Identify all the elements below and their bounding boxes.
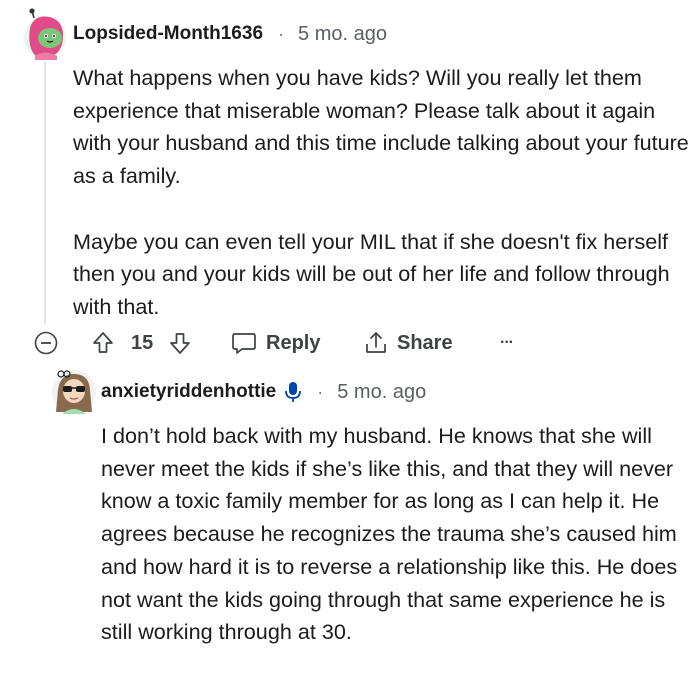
timestamp[interactable]: 5 mo. ago [298, 23, 387, 46]
downvote-arrow-icon [168, 331, 192, 355]
comment-header: anxietyriddenhottie · 5 mo. ago [101, 377, 426, 407]
collapse-button[interactable] [34, 326, 58, 360]
username[interactable]: Lopsided-Month1636 [73, 23, 263, 45]
separator-dot: · [278, 23, 285, 44]
thread-line[interactable] [44, 62, 46, 324]
comment-header: Lopsided-Month1636 · 5 mo. ago [73, 20, 387, 48]
reply-label: Reply [266, 331, 321, 354]
share-button[interactable]: Share [364, 326, 453, 360]
comment-action-bar: 15 Reply Share ··· [34, 326, 534, 360]
upvote-arrow-icon [91, 331, 115, 355]
vote-count: 15 [131, 331, 154, 354]
reply-button[interactable]: Reply [231, 326, 320, 360]
upvote-button[interactable] [91, 326, 115, 360]
avatar-lopsided-month[interactable] [22, 8, 68, 60]
comment-paragraph: Maybe you can even tell your MIL that if… [73, 228, 670, 319]
share-label: Share [397, 331, 453, 354]
collapse-minus-icon [34, 331, 58, 355]
downvote-button[interactable] [168, 326, 192, 360]
username[interactable]: anxietyriddenhottie [101, 381, 276, 403]
comment-paragraph: What happens when you have kids? Will yo… [73, 65, 689, 189]
avatar-anxietyriddenhottie[interactable] [50, 368, 98, 416]
share-icon [364, 330, 388, 356]
comment-body: What happens when you have kids? Will yo… [73, 62, 693, 324]
comment-paragraph: I don’t hold back with my husband. He kn… [101, 423, 678, 645]
comment-body: I don’t hold back with my husband. He kn… [101, 420, 696, 649]
separator-dot: · [317, 381, 324, 402]
timestamp[interactable]: 5 mo. ago [337, 381, 426, 404]
more-options-button[interactable]: ··· [500, 326, 514, 360]
reply-bubble-icon [231, 331, 257, 355]
microphone-icon [284, 381, 302, 403]
